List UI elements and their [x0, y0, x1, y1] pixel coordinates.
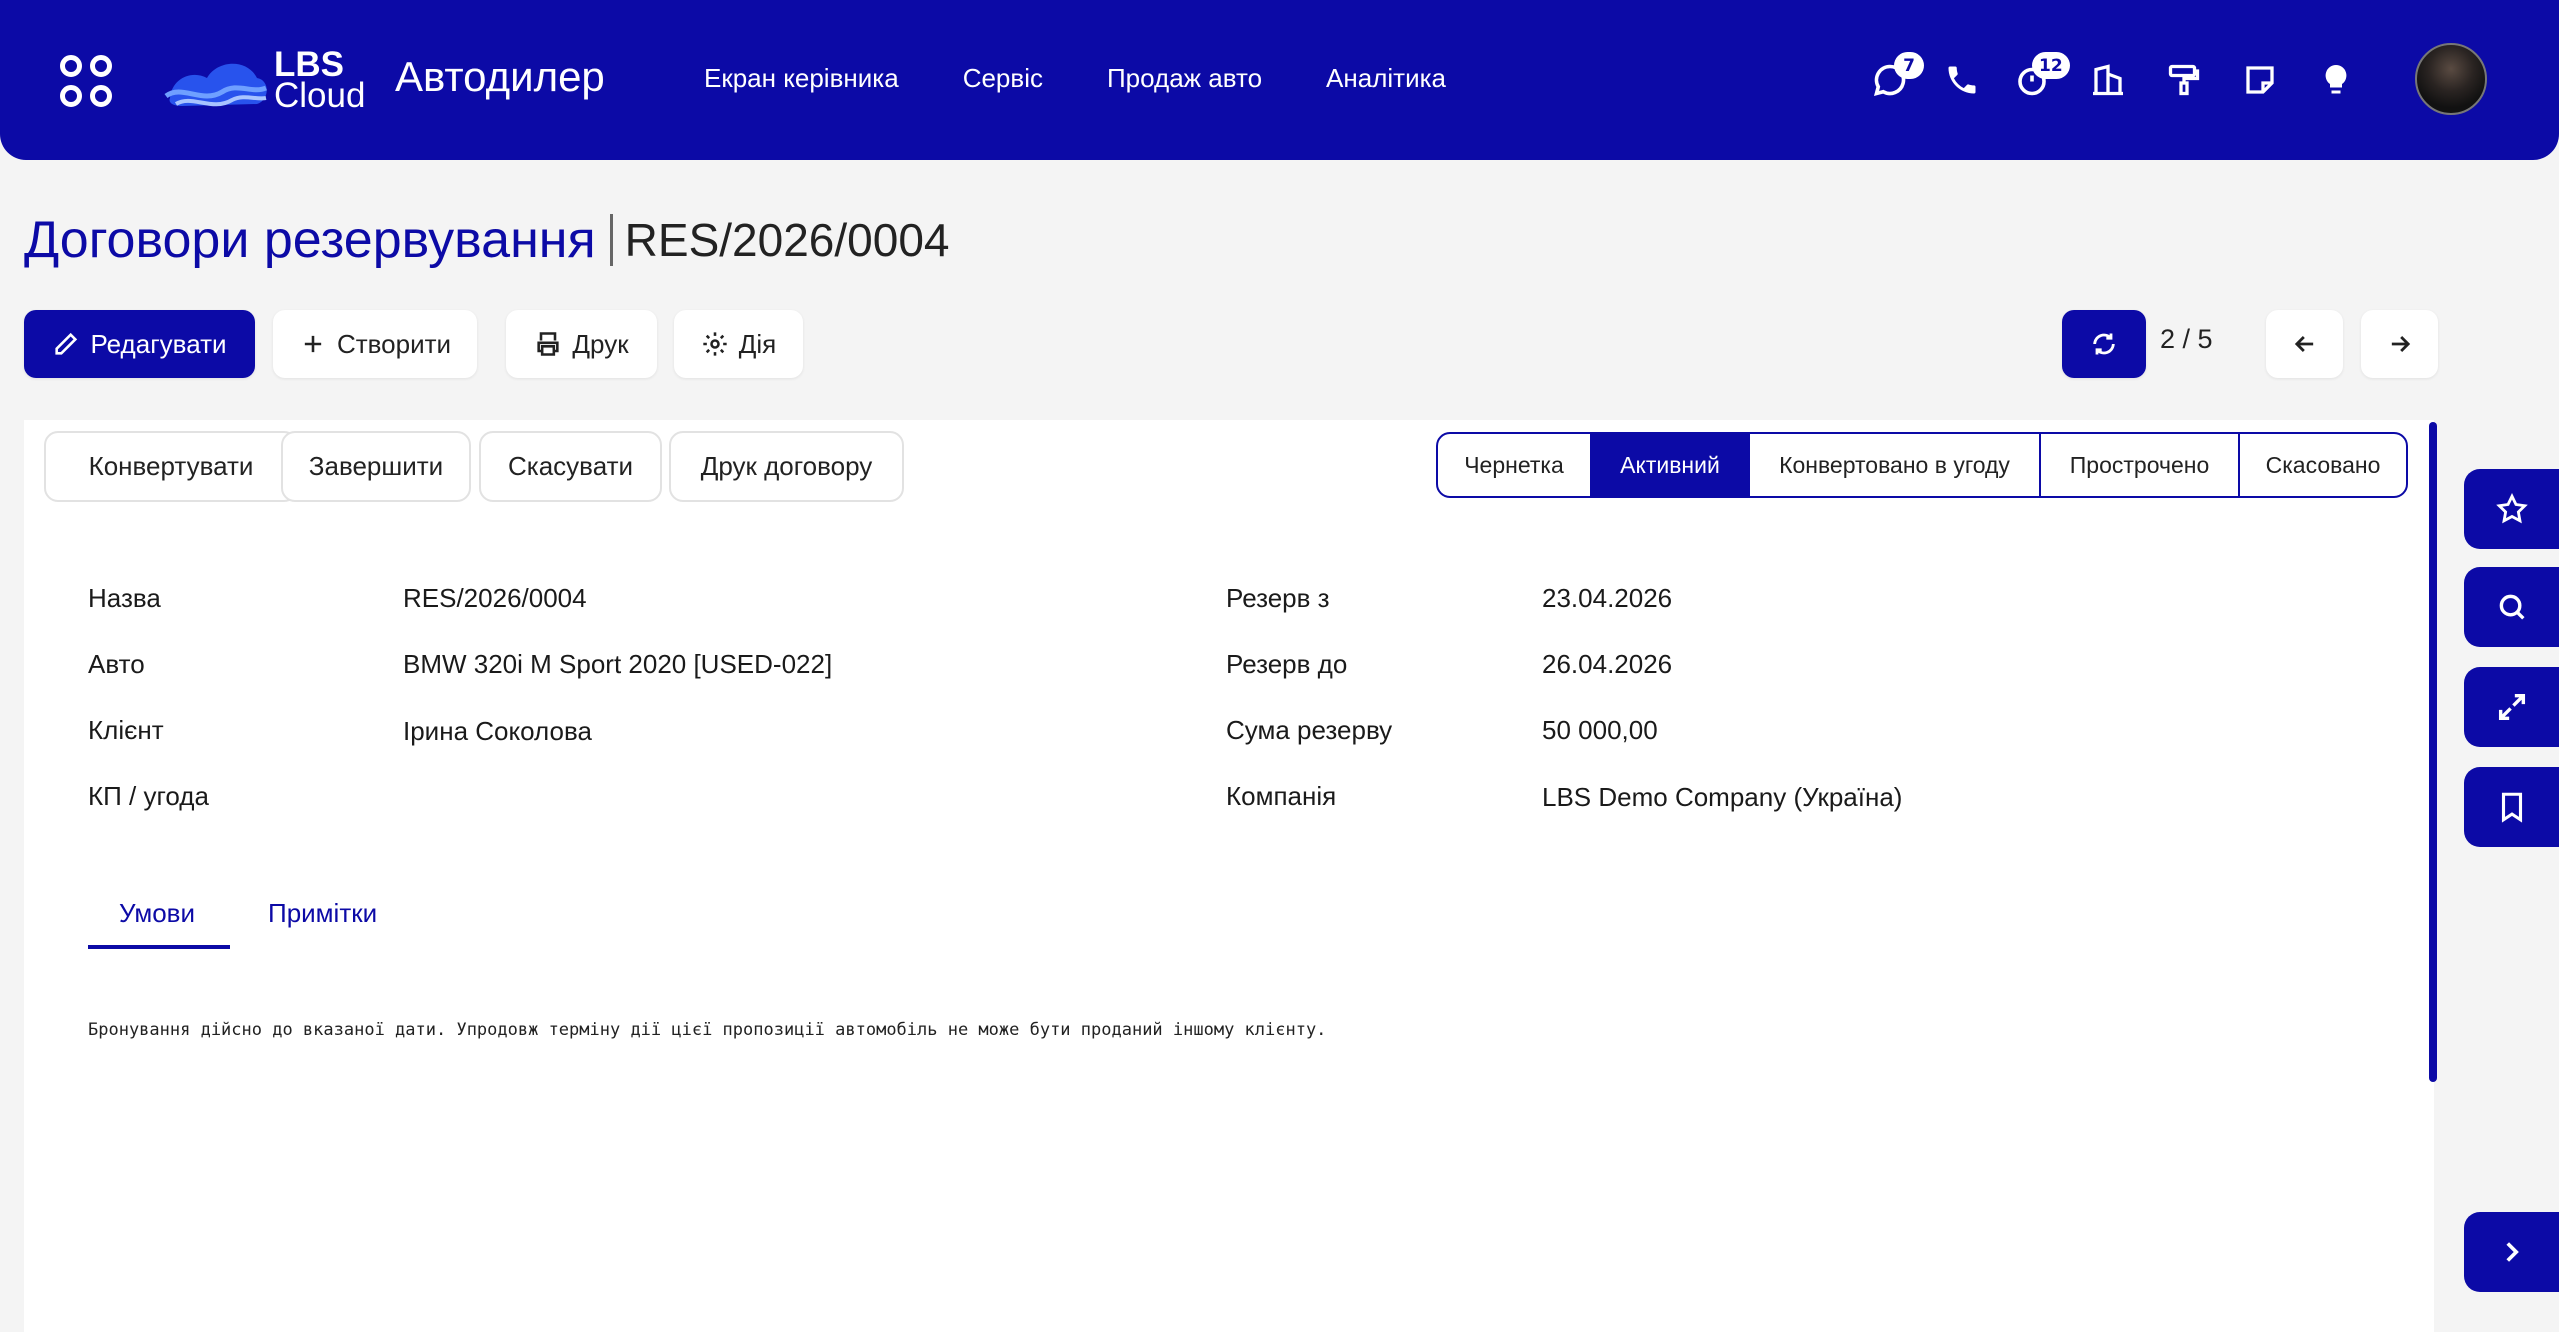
breadcrumb-separator — [609, 214, 613, 266]
status-cancelled[interactable]: Скасовано — [2240, 434, 2406, 496]
action-button-label: Дія — [738, 328, 777, 359]
print-button-label: Друк — [572, 328, 629, 359]
apps-grid-icon[interactable] — [60, 55, 116, 111]
bookmark-icon — [2501, 792, 2522, 823]
timer-badge: 12 — [2032, 52, 2070, 79]
building-icon[interactable] — [2086, 50, 2130, 110]
nav-item-service[interactable]: Сервіс — [963, 63, 1043, 94]
status-bar: Чернетка Активний Конвертовано в угоду П… — [1436, 432, 2408, 498]
search-icon — [2499, 594, 2525, 620]
edit-button[interactable]: Редагувати — [24, 310, 255, 378]
status-expired[interactable]: Прострочено — [2041, 434, 2240, 496]
field-value-client[interactable]: Ірина Соколова — [403, 716, 592, 747]
field-label-reserve-from: Резерв з — [1226, 583, 1330, 613]
bookmark-button[interactable] — [2464, 767, 2559, 847]
field-label-company: Компанія — [1226, 781, 1337, 811]
field-label-car: Авто — [88, 649, 145, 679]
print-contract-button[interactable]: Друк договору — [669, 431, 904, 502]
status-draft[interactable]: Чернетка — [1438, 434, 1592, 496]
refresh-icon — [2093, 333, 2115, 355]
field-value-car[interactable]: BMW 320i M Sport 2020 [USED-022] — [403, 649, 832, 680]
printer-icon — [537, 332, 560, 356]
plus-icon — [304, 335, 322, 353]
next-record-button[interactable] — [2361, 310, 2438, 378]
field-label-reserve-to: Резерв до — [1226, 649, 1348, 679]
field-value-reserve-from[interactable]: 23.04.2026 — [1542, 583, 1672, 614]
gear-icon — [703, 332, 727, 356]
collapse-panel-button[interactable] — [2464, 1212, 2559, 1292]
breadcrumb-record: RES/2026/0004 — [624, 214, 950, 266]
cloud-logo-icon — [164, 63, 267, 107]
lightbulb-icon[interactable] — [2314, 50, 2358, 110]
expand-icon — [2498, 693, 2525, 721]
refresh-button[interactable] — [2062, 310, 2146, 378]
nav-item-manager-screen[interactable]: Екран керівника — [704, 63, 899, 94]
field-value-name[interactable]: RES/2026/0004 — [403, 583, 587, 614]
lbs-cloud-logo[interactable]: LBS Cloud — [162, 47, 367, 116]
breadcrumb: Договори резервування RES/2026/0004 — [24, 210, 949, 270]
star-icon — [2495, 492, 2528, 524]
top-navbar: LBS Cloud Автодилер Екран керівника Серв… — [0, 0, 2559, 160]
main-nav: Екран керівника Сервіс Продаж авто Аналі… — [704, 63, 1510, 94]
status-converted[interactable]: Конвертовано в угоду — [1750, 434, 2041, 496]
create-button[interactable]: Створити — [273, 310, 477, 378]
favorite-button[interactable] — [2464, 469, 2559, 549]
expand-button[interactable] — [2464, 667, 2559, 747]
arrow-left-icon — [2294, 336, 2313, 352]
field-value-company[interactable]: LBS Demo Company (Україна) — [1542, 782, 1902, 813]
user-avatar[interactable] — [2415, 43, 2487, 115]
note-icon[interactable] — [2238, 50, 2282, 110]
terms-text[interactable]: Бронування дійсно до вказаної дати. Упро… — [88, 1020, 1326, 1040]
chat-icon[interactable]: 7 — [1868, 50, 1924, 110]
chat-badge: 7 — [1894, 52, 1924, 79]
form-scrollbar[interactable] — [2429, 422, 2437, 1082]
breadcrumb-section[interactable]: Договори резервування — [24, 210, 596, 270]
complete-button[interactable]: Завершити — [281, 431, 471, 502]
field-label-offer-deal: КП / угода — [88, 781, 209, 811]
timer-icon[interactable]: 12 — [2010, 50, 2070, 110]
prev-record-button[interactable] — [2266, 310, 2343, 378]
status-active[interactable]: Активний — [1592, 434, 1750, 496]
action-button[interactable]: Дія — [674, 310, 803, 378]
nav-item-analytics[interactable]: Аналітика — [1326, 63, 1446, 94]
pager-counter[interactable]: 2 / 5 — [2160, 324, 2213, 355]
convert-button[interactable]: Конвертувати — [44, 431, 298, 502]
search-button[interactable] — [2464, 567, 2559, 647]
nav-item-car-sales[interactable]: Продаж авто — [1107, 63, 1262, 94]
tab-notes[interactable]: Примітки — [268, 898, 377, 929]
form-sheet: Конвертувати Завершити Скасувати Друк до… — [24, 420, 2434, 1332]
logo-text-cloud: Cloud — [274, 76, 366, 115]
paint-roller-icon[interactable] — [2162, 50, 2206, 110]
field-value-reserve-amount[interactable]: 50 000,00 — [1542, 715, 1658, 746]
cancel-button[interactable]: Скасувати — [479, 431, 662, 502]
field-label-reserve-amount: Сума резерву — [1226, 715, 1393, 745]
tab-terms[interactable]: Умови — [119, 898, 195, 929]
arrow-right-icon — [2391, 336, 2410, 352]
field-label-name: Назва — [88, 583, 161, 613]
print-button[interactable]: Друк — [506, 310, 657, 378]
form-action-bar: Конвертувати Завершити Скасувати Друк до… — [24, 420, 2434, 512]
field-label-client: Клієнт — [88, 715, 164, 745]
phone-icon[interactable] — [1940, 50, 1984, 110]
chevron-right-icon — [2505, 1242, 2519, 1262]
pencil-icon — [55, 332, 78, 355]
field-value-reserve-to[interactable]: 26.04.2026 — [1542, 649, 1672, 680]
edit-button-label: Редагувати — [90, 328, 227, 359]
create-button-label: Створити — [336, 328, 452, 359]
app-name: Автодилер — [395, 53, 605, 100]
active-tab-indicator — [88, 945, 230, 949]
